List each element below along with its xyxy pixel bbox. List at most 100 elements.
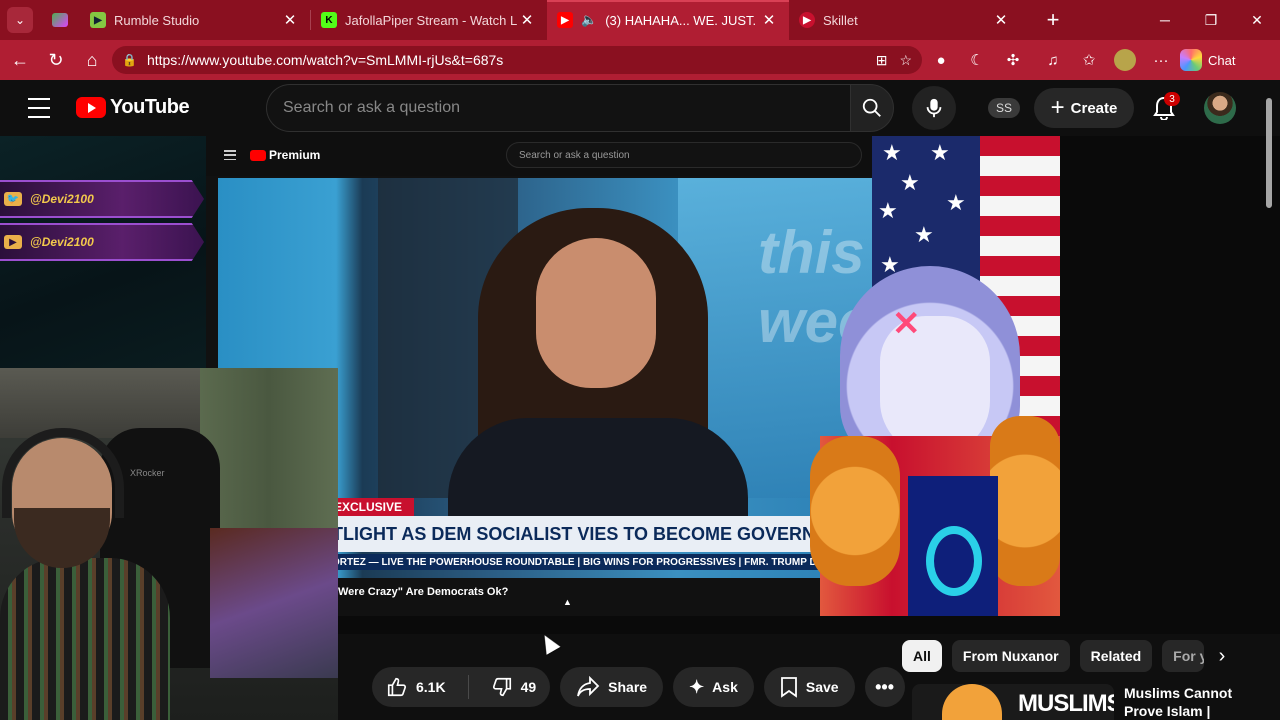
close-icon[interactable]: ✕ — [280, 11, 300, 29]
search-input[interactable] — [283, 99, 850, 117]
account-avatar[interactable] — [1204, 92, 1236, 124]
copilot-icon — [1180, 49, 1202, 71]
app-available-icon[interactable]: ⊞ — [876, 52, 888, 69]
ss-extension-badge[interactable]: SS — [988, 98, 1020, 118]
share-button[interactable]: Share — [560, 667, 664, 707]
youtube-wordmark: YouTube — [110, 96, 190, 118]
tab-skillet[interactable]: ▶ Skillet ✕ — [789, 0, 1021, 40]
dislike-count: 49 — [520, 679, 537, 695]
profile-avatar-icon[interactable] — [1108, 40, 1142, 80]
hamburger-menu-icon[interactable] — [28, 98, 50, 118]
video-player[interactable]: 🐦 @Devi2100 ▶ @Devi2100 Premium Search o… — [0, 136, 1280, 720]
star-icon: ★ — [900, 170, 920, 195]
related-filter-chips: All From Nuxanor Related For y — [902, 640, 1205, 672]
twitter-handle: @Devi2100 — [30, 192, 94, 206]
star-icon: ★ — [914, 222, 934, 247]
recommended-video-thumbnail[interactable]: MUSLIMS — [912, 684, 1114, 720]
window-controls: ─ ❐ ✕ — [1142, 0, 1280, 40]
chip-all[interactable]: All — [902, 640, 942, 672]
youtube-handle-banner: ▶ @Devi2100 — [0, 223, 204, 261]
video-actions: 6.1K 49 Share ✦ Ask Save ••• — [372, 667, 905, 707]
media-control-icon[interactable]: ♫ — [1036, 40, 1070, 80]
new-tab-plus-icon[interactable]: + — [1033, 7, 1073, 33]
news-lower-third: EXCLUSIVE TLIGHT AS DEM SOCIALIST VIES T… — [330, 498, 874, 578]
chevron-down-icon[interactable]: ⌄ — [7, 7, 33, 33]
kick-icon: K — [321, 12, 337, 28]
plus-icon: + — [1050, 94, 1065, 121]
chip-for-you[interactable]: For y — [1162, 640, 1205, 672]
share-label: Share — [608, 679, 648, 695]
voice-search-button[interactable] — [912, 86, 956, 130]
favorites-icon[interactable]: ✩ — [1072, 40, 1106, 80]
extension-icon[interactable]: ● — [924, 40, 958, 80]
more-options-icon[interactable]: ··· — [1144, 40, 1178, 80]
twitter-bird-icon: 🐦 — [4, 192, 22, 206]
address-bar[interactable]: 🔒 https://www.youtube.com/watch?v=SmLMMI… — [112, 46, 922, 74]
thumbs-up-icon — [387, 677, 407, 697]
close-icon[interactable]: ✕ — [991, 11, 1011, 29]
search-button[interactable] — [850, 84, 894, 132]
favorite-star-icon[interactable]: ☆ — [899, 52, 912, 69]
dark-mode-moon-icon[interactable]: ☾ — [960, 40, 994, 80]
chip-from-nuxanor[interactable]: From Nuxanor — [951, 640, 1070, 672]
page-scrollbar[interactable] — [1264, 88, 1272, 712]
back-arrow-icon[interactable]: ← — [2, 40, 38, 80]
tab-actions-menu[interactable]: ⌄ — [0, 0, 40, 40]
lock-icon[interactable]: 🔒 — [122, 53, 137, 67]
tab-title: (3) HAHAHA... WE. JUST. W — [605, 12, 759, 28]
star-icon: ★ — [882, 140, 902, 165]
workspaces-icon[interactable] — [40, 0, 80, 40]
avatar-fur-collar — [990, 416, 1060, 586]
chevron-right-icon[interactable]: › — [1206, 640, 1238, 672]
ask-button[interactable]: ✦ Ask — [673, 667, 754, 707]
headset — [2, 428, 124, 518]
divider — [467, 675, 469, 699]
embedded-video-title: Were Crazy" Are Democrats Ok? — [338, 586, 509, 598]
url-text: https://www.youtube.com/watch?v=SmLMMI-r… — [146, 52, 504, 68]
twitter-handle-banner: 🐦 @Devi2100 — [0, 180, 204, 218]
extensions-puzzle-icon[interactable]: ✣ — [996, 40, 1030, 80]
save-label: Save — [805, 679, 839, 695]
copilot-chat-button[interactable]: Chat — [1180, 46, 1235, 74]
browser-toolbar: ← ↻ ⌂ 🔒 https://www.youtube.com/watch?v=… — [0, 40, 1280, 80]
tab-title: Skillet — [823, 12, 858, 28]
youtube-music-icon: ▶ — [799, 12, 815, 28]
cursor-icon: ▲ — [563, 597, 572, 607]
more-horizontal-icon: ••• — [875, 676, 895, 697]
youtube-icon: ▶ — [4, 235, 22, 249]
like-button[interactable]: 6.1K — [372, 667, 460, 707]
save-button[interactable]: Save — [763, 667, 855, 707]
hamburger-menu-icon — [224, 150, 236, 160]
embedded-youtube-header: Premium Search or ask a question — [206, 136, 874, 176]
tab-youtube-active[interactable]: ▶ 🔈 (3) HAHAHA... WE. JUST. W ✕ — [547, 0, 789, 40]
thumbs-down-icon — [492, 677, 511, 697]
refresh-icon[interactable]: ↻ — [38, 40, 74, 80]
recommended-video-title[interactable]: Muslims Cannot Prove Islam | — [1124, 684, 1264, 720]
avatar-x-mark: ✕ — [892, 305, 921, 343]
youtube-logo[interactable]: YouTube — [76, 96, 190, 119]
search-box[interactable] — [266, 84, 850, 132]
home-icon[interactable]: ⌂ — [74, 40, 110, 80]
close-window-icon[interactable]: ✕ — [1234, 0, 1280, 40]
ask-label: Ask — [712, 679, 738, 695]
minimize-icon[interactable]: ─ — [1142, 0, 1188, 40]
create-label: Create — [1070, 99, 1118, 117]
more-actions-button[interactable]: ••• — [864, 667, 905, 707]
news-ticker: ORTEZ — LIVE THE POWERHOUSE ROUNDTABLE |… — [330, 554, 830, 570]
create-button[interactable]: + Create — [1034, 88, 1134, 128]
dislike-button[interactable]: 49 — [477, 667, 551, 707]
star-icon: ★ — [930, 140, 950, 165]
streamer-webcam: XRocker — [0, 368, 338, 720]
notifications-button[interactable]: 3 — [1148, 92, 1180, 124]
chip-related[interactable]: Related — [1079, 640, 1153, 672]
scrollbar-thumb[interactable] — [1266, 98, 1272, 208]
restore-icon[interactable]: ❐ — [1188, 0, 1234, 40]
close-icon[interactable]: ✕ — [759, 11, 779, 29]
close-icon[interactable]: ✕ — [517, 11, 537, 29]
microphone-icon — [926, 98, 942, 118]
notification-count-badge: 3 — [1164, 92, 1180, 106]
tab-jafollapiper-stream[interactable]: K JafollaPiper Stream - Watch Live o ✕ — [311, 0, 547, 40]
speaker-icon[interactable]: 🔈 — [581, 12, 597, 28]
tab-rumble-studio[interactable]: ▶ Rumble Studio ✕ — [80, 0, 310, 40]
star-icon: ★ — [946, 190, 966, 215]
